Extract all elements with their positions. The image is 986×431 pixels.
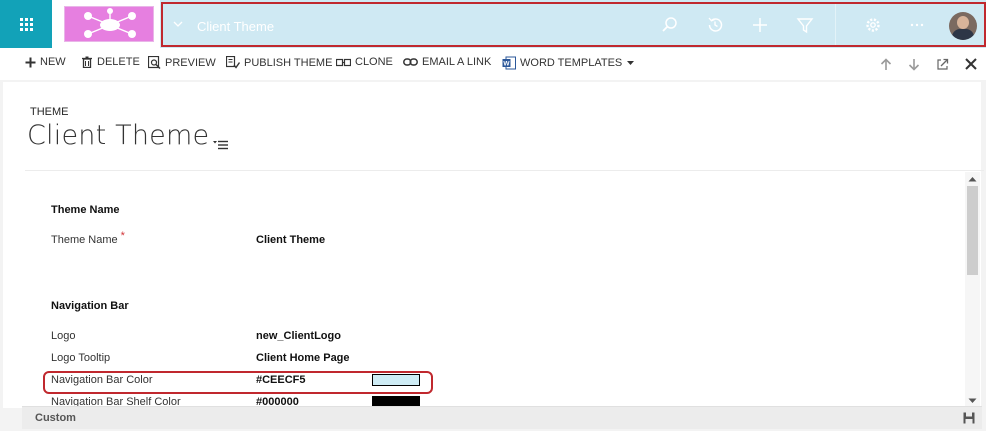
previous-record-arrow-icon[interactable] — [878, 56, 894, 72]
next-record-arrow-icon[interactable] — [906, 56, 922, 72]
plus-icon[interactable] — [750, 15, 770, 35]
theme-name-label: Theme Name * — [51, 230, 125, 246]
close-icon[interactable] — [963, 56, 979, 72]
preview-button-label: PREVIEW — [165, 56, 216, 69]
recent-history-icon[interactable] — [705, 15, 725, 35]
section-title-theme-name: Theme Name — [51, 204, 120, 216]
dropdown-caret-icon — [627, 60, 635, 65]
command-bar: NEW DELETE PREVIEW PUBLISH THEME CLONE E… — [0, 48, 986, 80]
section-title-navigation-bar: Navigation Bar — [51, 300, 129, 312]
word-templates-button-label: WORD TEMPLATES — [520, 57, 623, 69]
gear-icon[interactable] — [863, 15, 883, 35]
logo-field[interactable]: new_ClientLogo — [256, 330, 341, 342]
top-navigation-bar: Client Theme — [0, 0, 986, 48]
app-launcher-button[interactable] — [0, 0, 52, 48]
logo-label: Logo — [51, 330, 76, 342]
clone-button[interactable]: CLONE — [336, 56, 393, 68]
email-link-button[interactable]: EMAIL A LINK — [403, 56, 491, 68]
email-link-button-label: EMAIL A LINK — [422, 56, 492, 68]
navigation-bar-highlight: Client Theme — [161, 2, 986, 47]
link-icon — [403, 58, 418, 66]
delete-button[interactable]: DELETE — [81, 56, 140, 68]
record-title: Client Theme — [27, 120, 210, 151]
scroll-down-arrow-icon[interactable] — [968, 396, 977, 405]
publish-theme-button-label: PUBLISH THEME — [244, 56, 333, 69]
theme-name-field[interactable]: Client Theme — [256, 234, 325, 246]
scroll-up-arrow-icon[interactable] — [968, 175, 977, 184]
word-templates-button[interactable]: W WORD TEMPLATES — [502, 56, 638, 70]
theme-name-label-text: Theme Name — [51, 234, 118, 246]
navigation-bar-color-field[interactable]: #CEECF5 — [256, 374, 306, 386]
user-avatar[interactable] — [949, 12, 977, 40]
entity-name-label: THEME — [30, 106, 69, 118]
chevron-down-icon[interactable] — [172, 18, 184, 30]
preview-icon — [148, 56, 161, 69]
client-logo-link[interactable] — [52, 0, 160, 48]
navigation-bar-color-label: Navigation Bar Color — [51, 374, 153, 386]
new-button-label: NEW — [40, 56, 66, 68]
status-text: Custom — [35, 412, 76, 424]
nav-breadcrumb-title[interactable]: Client Theme — [197, 19, 274, 34]
preview-button[interactable]: PREVIEW — [148, 56, 216, 69]
delete-button-label: DELETE — [97, 56, 140, 68]
publish-icon — [226, 56, 240, 69]
svg-text:W: W — [503, 61, 510, 68]
new-button[interactable]: NEW — [25, 56, 66, 68]
filter-icon[interactable] — [795, 15, 815, 35]
plus-icon — [25, 57, 36, 67]
clone-icon — [336, 58, 351, 66]
search-icon[interactable] — [660, 15, 680, 35]
clone-button-label: CLONE — [355, 56, 393, 68]
form-footer: Custom — [22, 406, 982, 429]
scrollbar-thumb[interactable] — [967, 186, 978, 275]
apps-grid-icon — [19, 17, 33, 31]
publish-theme-button[interactable]: PUBLISH THEME — [226, 56, 332, 69]
vertical-scrollbar[interactable] — [965, 172, 980, 408]
more-icon[interactable] — [907, 15, 927, 35]
client-logo — [64, 6, 154, 42]
save-icon[interactable] — [963, 412, 975, 424]
logo-tooltip-label: Logo Tooltip — [51, 352, 111, 364]
navigation-bar-color-swatch — [372, 374, 420, 386]
nav-divider — [835, 4, 836, 45]
word-icon: W — [502, 56, 516, 70]
pop-out-icon[interactable] — [934, 56, 950, 72]
required-marker: * — [120, 230, 125, 242]
logo-tooltip-field[interactable]: Client Home Page — [256, 352, 350, 364]
page-area: THEME Client Theme Theme Name Theme Name… — [0, 80, 986, 431]
form-card: THEME Client Theme Theme Name Theme Name… — [3, 82, 984, 408]
trash-icon — [82, 56, 92, 68]
form-divider — [25, 170, 984, 171]
form-selector-menu-icon[interactable] — [213, 139, 229, 151]
